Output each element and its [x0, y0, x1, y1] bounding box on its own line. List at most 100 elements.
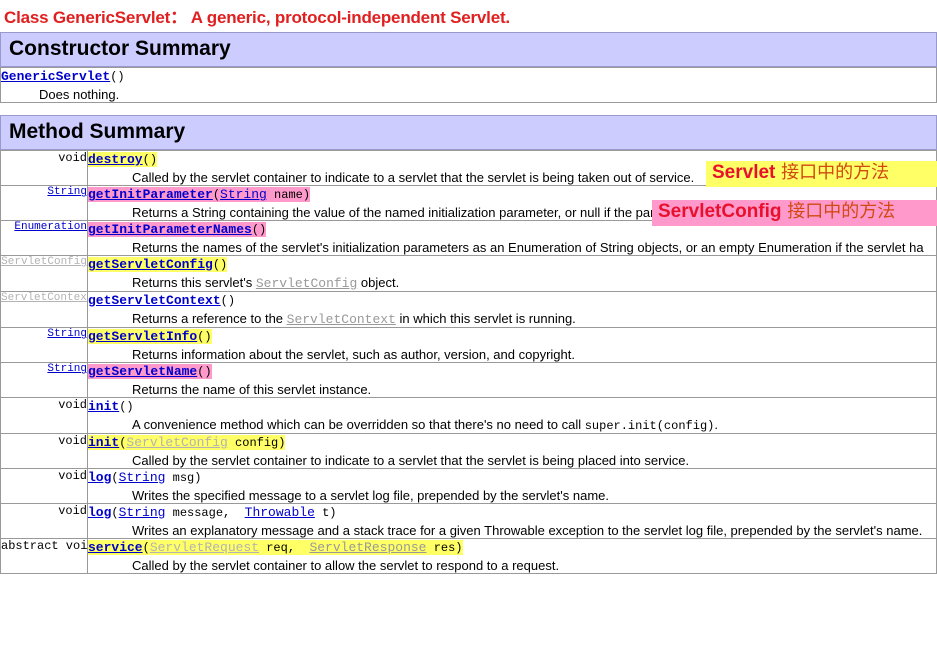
- paren-open: (: [212, 258, 221, 273]
- method-entry-cell: getServletName() Returns the name of thi…: [87, 362, 937, 398]
- inline-type-link[interactable]: ServletContext: [287, 312, 396, 327]
- return-type-link[interactable]: String: [47, 329, 86, 341]
- param-space: [267, 188, 274, 202]
- method-signature: getServletInfo(): [88, 329, 212, 345]
- table-row: void log(String message, Throwable t) Wr…: [0, 502, 937, 539]
- param-type-link[interactable]: Throwable: [245, 505, 315, 520]
- method-return-type: void: [0, 150, 88, 187]
- param-name: res: [433, 540, 456, 555]
- method-description: Returns this servlet's ServletConfig obj…: [132, 275, 400, 292]
- return-type-text: void: [58, 433, 87, 448]
- method-signature: getInitParameterNames(): [88, 222, 267, 238]
- table-row: Enumeration getInitParameterNames() Retu…: [0, 220, 937, 257]
- paren-open: (: [142, 540, 150, 555]
- method-name-link[interactable]: destroy: [89, 152, 143, 167]
- method-name-link[interactable]: log: [89, 505, 112, 520]
- paren-open: (: [142, 153, 150, 168]
- method-name-link[interactable]: getInitParameter: [89, 187, 213, 202]
- param-type-link[interactable]: ServletResponse: [309, 540, 426, 555]
- param-name: msg: [172, 470, 195, 485]
- table-row: ServletContext getServletContext() Retur…: [0, 291, 937, 329]
- return-type-link[interactable]: String: [47, 187, 86, 199]
- table-row: void log(String msg) Writes the specifie…: [0, 467, 937, 504]
- table-row: String getServletInfo() Returns informat…: [0, 327, 937, 364]
- method-name-link[interactable]: getServletName: [89, 364, 198, 379]
- return-type-text: void: [58, 503, 87, 518]
- method-signature: init(): [89, 399, 134, 414]
- return-type-link[interactable]: ServletContext: [2, 293, 87, 305]
- param-type-link[interactable]: String: [119, 505, 166, 520]
- param-name: req: [266, 540, 288, 555]
- method-entry-cell: log(String msg) Writes the specified mes…: [87, 467, 937, 504]
- constructor-signature: GenericServlet(): [1, 69, 125, 84]
- table-row: void init(ServletConfig config) Called b…: [0, 432, 937, 469]
- param-type-link[interactable]: String: [119, 470, 166, 485]
- inline-type-link[interactable]: ServletConfig: [256, 276, 357, 291]
- param-type-link[interactable]: ServletConfig: [126, 435, 227, 450]
- param-type-link[interactable]: String: [220, 187, 267, 202]
- method-name-link[interactable]: getInitParameterNames: [89, 222, 252, 237]
- method-summary-banner: Method Summary: [0, 115, 937, 151]
- method-description: Returns the name of this servlet instanc…: [132, 382, 372, 397]
- param-name: message: [172, 505, 224, 520]
- constructor-summary-table: GenericServlet() Does nothing.: [0, 67, 937, 104]
- paren-close: ): [329, 505, 337, 520]
- method-description: Returns information about the servlet, s…: [132, 347, 575, 363]
- param-space3: [315, 506, 322, 520]
- method-description: Returns the names of the servlet's initi…: [132, 240, 924, 256]
- method-name-link[interactable]: init: [89, 399, 120, 414]
- paren-close: ): [204, 330, 212, 345]
- method-name-link[interactable]: service: [89, 540, 143, 555]
- method-return-type: void: [0, 502, 88, 539]
- param-name: name: [274, 188, 303, 203]
- method-return-type: String: [0, 327, 88, 364]
- method-description: Writes the specified message to a servle…: [132, 487, 609, 503]
- paren-close: ): [259, 223, 267, 238]
- method-name-link[interactable]: getServletContext: [89, 293, 221, 308]
- method-entry-cell: service(ServletRequest req, ServletRespo…: [87, 537, 937, 574]
- page-title: Class GenericServlet： A generic, protoco…: [4, 8, 510, 27]
- method-entry-cell: getServletInfo() Returns information abo…: [87, 327, 937, 364]
- method-return-type: String: [0, 362, 88, 398]
- method-signature: log(String message, Throwable t): [89, 505, 337, 520]
- method-name-link[interactable]: getServletInfo: [89, 329, 198, 344]
- method-return-type: abstract void: [0, 537, 88, 574]
- desc-tail: object.: [360, 275, 400, 291]
- table-row: String getServletName() Returns the name…: [0, 362, 937, 398]
- method-description: Returns a reference to the ServletContex…: [132, 311, 576, 328]
- return-type-text: void: [58, 151, 87, 166]
- return-type-link[interactable]: String: [47, 364, 86, 376]
- method-return-type: Enumeration: [0, 220, 88, 257]
- method-signature: destroy(): [88, 152, 158, 168]
- table-row: GenericServlet() Does nothing.: [0, 67, 937, 104]
- method-name-link[interactable]: getServletConfig: [89, 257, 213, 272]
- return-type-text: abstract void: [1, 538, 88, 553]
- constructor-args: (): [110, 70, 125, 85]
- method-signature: getInitParameter(String name): [88, 187, 311, 203]
- method-signature: getServletContext(): [89, 293, 236, 309]
- param-type-link[interactable]: ServletRequest: [150, 540, 259, 555]
- paren-close: ): [227, 294, 236, 309]
- method-name-link[interactable]: init: [89, 435, 120, 450]
- paren-close: ): [204, 365, 212, 380]
- constructor-description: Does nothing.: [39, 87, 120, 103]
- paren-open: (: [212, 188, 221, 203]
- annotation-servletconfig-interface: ServletConfig 接口中的方法: [652, 200, 937, 226]
- constructor-name-link[interactable]: GenericServlet: [1, 69, 110, 84]
- table-row: ServletConfig getServletConfig() Returns…: [0, 255, 937, 293]
- method-entry-cell: log(String message, Throwable t) Writes …: [87, 502, 937, 539]
- return-type-link[interactable]: Enumeration: [14, 222, 86, 234]
- method-entry-cell: init(ServletConfig config) Called by the…: [87, 432, 937, 469]
- method-return-type: ServletConfig: [0, 255, 88, 293]
- method-signature: service(ServletRequest req, ServletRespo…: [88, 539, 463, 555]
- paren-open: (: [111, 505, 119, 520]
- method-name-link[interactable]: log: [89, 470, 112, 485]
- paren-open: (: [111, 470, 119, 485]
- param-comma: ,: [223, 505, 238, 520]
- param-space2: [237, 506, 244, 520]
- param-space: [165, 471, 172, 485]
- method-return-type: void: [0, 432, 88, 469]
- return-type-link[interactable]: ServletConfig: [2, 257, 87, 269]
- param-space3: [426, 541, 433, 555]
- method-signature: log(String msg): [89, 470, 202, 485]
